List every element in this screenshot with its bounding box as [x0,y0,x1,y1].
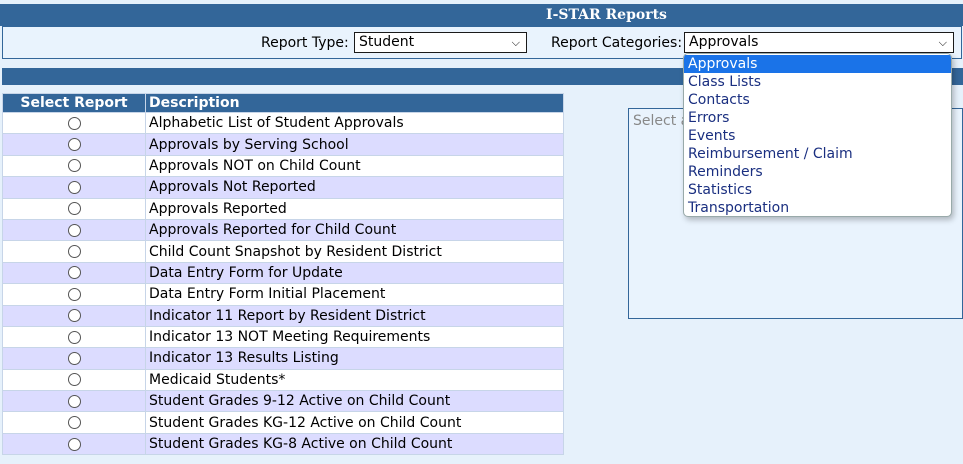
column-header-description: Description [145,93,564,113]
table-row[interactable]: Approvals Reported for Child Count [2,218,564,242]
table-row[interactable]: Data Entry Form for Update [2,261,564,285]
report-description: Approvals Not Reported [145,176,564,199]
report-description: Indicator 11 Report by Resident District [145,304,564,327]
column-header-select-report: Select Report [2,93,146,113]
report-description: Approvals Reported for Child Count [145,218,564,242]
dropdown-option[interactable]: Transportation [684,199,951,216]
select-report-cell [2,325,146,349]
select-report-cell [2,240,146,263]
report-categories-label: Report Categories: [551,35,683,51]
table-row[interactable]: Indicator 13 NOT Meeting Requirements [2,325,564,349]
dropdown-option[interactable]: Class Lists [684,73,951,91]
report-description: Approvals Reported [145,197,564,220]
select-report-radio[interactable] [67,223,81,237]
chevron-down-icon: ⌵ [511,36,520,49]
select-report-cell [2,154,146,178]
report-type-select[interactable]: Student ⌵ [354,32,527,53]
report-categories-dropdown: Approvals Class Lists Contacts Errors Events… [683,53,952,217]
chevron-down-icon: ⌵ [938,36,947,49]
report-description: Indicator 13 Results Listing [145,347,564,370]
select-report-cell [2,111,146,135]
select-report-radio[interactable] [67,266,81,280]
report-description: Data Entry Form Initial Placement [145,283,564,306]
select-report-radio[interactable] [67,351,81,365]
table-row[interactable]: Approvals by Serving School [2,133,564,156]
report-description: Approvals by Serving School [145,133,564,156]
table-row[interactable]: Medicaid Students* [2,368,564,392]
select-report-radio[interactable] [67,287,81,301]
dropdown-option[interactable]: Approvals [684,55,951,73]
report-description: Indicator 13 NOT Meeting Requirements [145,325,564,349]
table-row[interactable]: Data Entry Form Initial Placement [2,283,564,306]
report-categories-value: Approvals [689,34,759,50]
report-type-label: Report Type: [261,35,349,51]
select-report-radio[interactable] [67,180,81,194]
dropdown-option[interactable]: Errors [684,109,951,127]
report-description: Approvals NOT on Child Count [145,154,564,178]
select-report-cell [2,283,146,306]
select-report-cell [2,218,146,242]
report-description: Data Entry Form for Update [145,261,564,285]
select-report-cell [2,390,146,413]
report-categories-select[interactable]: Approvals ⌵ [684,32,954,53]
select-report-radio[interactable] [67,437,81,451]
table-row[interactable]: Approvals NOT on Child Count [2,154,564,178]
table-row[interactable]: Alphabetic List of Student Approvals [2,111,564,135]
table-row[interactable]: Approvals Not Reported [2,176,564,199]
select-report-radio[interactable] [67,202,81,216]
select-report-radio[interactable] [67,138,81,152]
select-report-cell [2,432,146,456]
select-report-radio[interactable] [67,159,81,173]
report-description: Student Grades KG-12 Active on Child Cou… [145,411,564,434]
table-row[interactable]: Child Count Snapshot by Resident Distric… [2,240,564,263]
dropdown-option[interactable]: Statistics [684,181,951,199]
dropdown-option[interactable]: Contacts [684,91,951,109]
select-report-radio[interactable] [67,245,81,259]
table-row[interactable]: Student Grades KG-12 Active on Child Cou… [2,411,564,434]
select-report-cell [2,347,146,370]
select-report-radio[interactable] [67,116,81,130]
table-row[interactable]: Student Grades KG-8 Active on Child Coun… [2,432,564,456]
table-row[interactable]: Student Grades 9-12 Active on Child Coun… [2,390,564,413]
report-type-value: Student [359,34,415,50]
select-report-cell [2,261,146,285]
preview-placeholder: Select a [633,113,690,129]
select-report-cell [2,176,146,199]
dropdown-option[interactable]: Events [684,127,951,145]
table-row[interactable]: Approvals Reported [2,197,564,220]
select-report-radio[interactable] [67,330,81,344]
table-row[interactable]: Indicator 11 Report by Resident District [2,304,564,327]
select-report-radio[interactable] [67,416,81,430]
dropdown-option[interactable]: Reminders [684,163,951,181]
report-table: Select Report Description Alphabetic Lis… [2,93,564,456]
dropdown-option[interactable]: Reimbursement / Claim [684,145,951,163]
report-description: Student Grades 9-12 Active on Child Coun… [145,390,564,413]
report-description: Medicaid Students* [145,368,564,392]
report-rows: Alphabetic List of Student Approvals Appr… [2,111,564,456]
select-report-cell [2,411,146,434]
select-report-cell [2,133,146,156]
select-report-radio[interactable] [67,309,81,323]
select-report-cell [2,368,146,392]
report-description: Child Count Snapshot by Resident Distric… [145,240,564,263]
report-description: Alphabetic List of Student Approvals [145,111,564,135]
page-title: I-STAR Reports [0,4,963,26]
table-row[interactable]: Indicator 13 Results Listing [2,347,564,370]
select-report-cell [2,197,146,220]
select-report-radio[interactable] [67,373,81,387]
report-description: Student Grades KG-8 Active on Child Coun… [145,432,564,456]
select-report-radio[interactable] [67,394,81,408]
select-report-cell [2,304,146,327]
